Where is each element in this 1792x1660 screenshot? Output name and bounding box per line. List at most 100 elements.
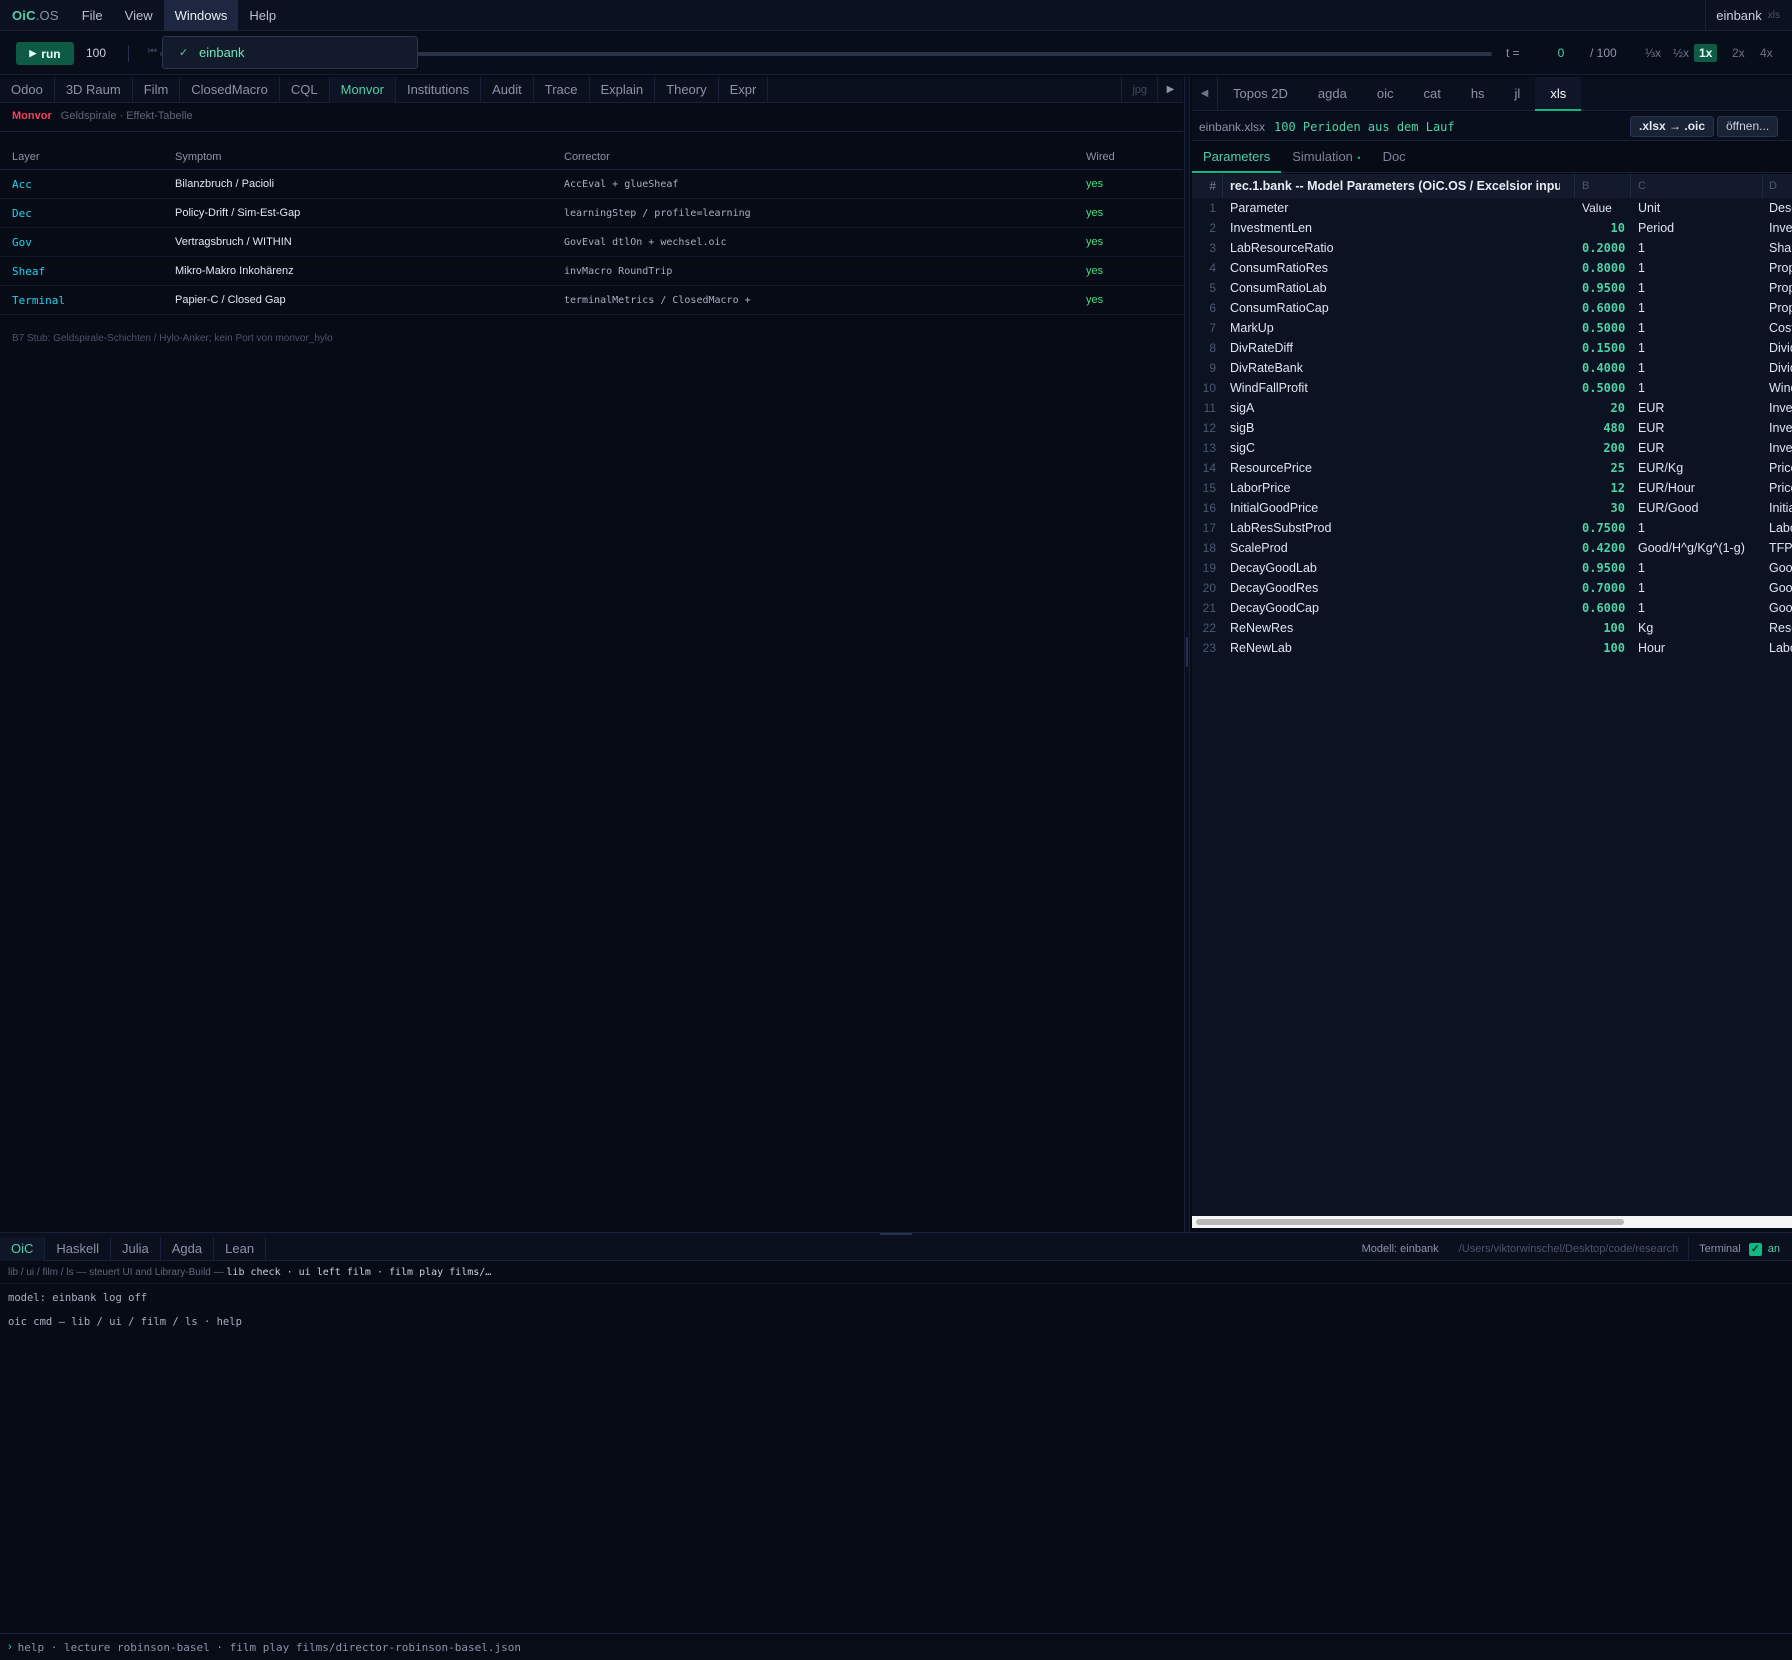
splitter-grip[interactable] (1186, 637, 1188, 667)
cell-param[interactable]: ScaleProd (1230, 538, 1560, 558)
cell-unit[interactable]: EUR (1638, 418, 1763, 438)
export-jpg-button[interactable]: jpg (1121, 77, 1157, 103)
cell-desc[interactable]: Price (1769, 458, 1792, 478)
terminal-toggle-checkbox[interactable]: ✓ (1748, 1242, 1762, 1256)
cell-value[interactable]: 200 (1582, 438, 1625, 458)
cell-value[interactable]: 0.9500 (1582, 558, 1625, 578)
tab-trace[interactable]: Trace (534, 77, 590, 103)
tab-oic[interactable]: oic (1362, 77, 1409, 111)
cell-param[interactable]: LabResSubstProd (1230, 518, 1560, 538)
cell-unit[interactable]: 1 (1638, 578, 1763, 598)
cell-value[interactable]: 0.5000 (1582, 318, 1625, 338)
cell-value[interactable]: 100 (1582, 618, 1625, 638)
cell-desc[interactable]: Price (1769, 478, 1792, 498)
tab-monvor[interactable]: Monvor (329, 77, 396, 103)
cell-unit[interactable]: 1 (1638, 258, 1763, 278)
cell-desc[interactable]: Divid (1769, 338, 1792, 358)
tab-jl[interactable]: jl (1500, 77, 1536, 111)
menu-file[interactable]: File (71, 0, 114, 31)
col-header-c[interactable]: C (1638, 174, 1646, 198)
cell-param[interactable]: InitialGoodPrice (1230, 498, 1560, 518)
tab-explain[interactable]: Explain (590, 77, 656, 103)
console-tab-lean[interactable]: Lean (214, 1237, 267, 1261)
cell-value[interactable]: 480 (1582, 418, 1625, 438)
tab-agda[interactable]: agda (1303, 77, 1362, 111)
tab-film[interactable]: Film (133, 77, 181, 103)
cell-param[interactable]: LaborPrice (1230, 478, 1560, 498)
cell-value[interactable]: 12 (1582, 478, 1625, 498)
cell-unit[interactable]: 1 (1638, 378, 1763, 398)
cell-unit[interactable]: EUR (1638, 438, 1763, 458)
cell-param[interactable]: ReNewLab (1230, 638, 1560, 658)
app-logo[interactable]: OiC.OS (0, 8, 71, 23)
cell-param[interactable]: sigA (1230, 398, 1560, 418)
cell-unit[interactable]: 1 (1638, 518, 1763, 538)
cell-unit[interactable]: Good/H^g/Kg^(1-g) (1638, 538, 1763, 558)
cell-value[interactable]: 100 (1582, 638, 1625, 658)
cell-param[interactable]: ConsumRatioRes (1230, 258, 1560, 278)
speed-half[interactable]: ½x (1668, 44, 1694, 62)
cell-unit[interactable]: Unit (1638, 198, 1763, 218)
sheet-title[interactable]: rec.1.bank -- Model Parameters (OiC.OS /… (1230, 174, 1560, 198)
cell-param[interactable]: DecayGoodRes (1230, 578, 1560, 598)
menu-view[interactable]: View (114, 0, 164, 31)
cell-desc[interactable]: Reso (1769, 618, 1792, 638)
tab-theory[interactable]: Theory (655, 77, 719, 103)
cell-value[interactable]: 0.1500 (1582, 338, 1625, 358)
sheet-tab-doc[interactable]: Doc (1372, 142, 1417, 173)
cell-desc[interactable]: Cost (1769, 318, 1792, 338)
tab-odoo[interactable]: Odoo (0, 77, 55, 103)
run-periods[interactable]: 100 (86, 46, 106, 60)
cell-desc[interactable]: Prop (1769, 258, 1792, 278)
cell-param[interactable]: Parameter (1230, 198, 1560, 218)
cell-value[interactable]: 25 (1582, 458, 1625, 478)
tab-scroll-right-icon[interactable]: ▶ (1157, 77, 1183, 103)
cell-value[interactable]: 0.8000 (1582, 258, 1625, 278)
menu-windows[interactable]: Windows (163, 0, 239, 31)
windows-dropdown-item-einbank[interactable]: ✓ einbank (162, 36, 418, 69)
cell-param[interactable]: MarkUp (1230, 318, 1560, 338)
cell-value[interactable]: 0.6000 (1582, 298, 1625, 318)
cell-unit[interactable]: 1 (1638, 598, 1763, 618)
cell-desc[interactable]: Shar (1769, 238, 1792, 258)
cell-value[interactable]: 0.9500 (1582, 278, 1625, 298)
speed-1x[interactable]: 1x (1694, 44, 1718, 62)
cell-param[interactable]: DecayGoodLab (1230, 558, 1560, 578)
cell-param[interactable]: ReNewRes (1230, 618, 1560, 638)
cell-desc[interactable]: Divid (1769, 358, 1792, 378)
spreadsheet[interactable]: # rec.1.bank -- Model Parameters (OiC.OS… (1192, 174, 1792, 1216)
skip-back-icon[interactable]: ⏮ (148, 46, 157, 57)
cell-desc[interactable]: TFP (1769, 538, 1792, 558)
cell-desc[interactable]: Desc (1769, 198, 1792, 218)
cell-value[interactable]: 0.4000 (1582, 358, 1625, 378)
tab-hs[interactable]: hs (1456, 77, 1500, 111)
cell-param[interactable]: sigB (1230, 418, 1560, 438)
cell-value[interactable]: Value (1582, 198, 1625, 218)
speed-2x[interactable]: 2x (1727, 44, 1750, 62)
tab-institutions[interactable]: Institutions (396, 77, 482, 103)
tab-scroll-left-icon[interactable]: ◀ (1192, 77, 1218, 111)
tab-topos-2d[interactable]: Topos 2D (1218, 77, 1303, 111)
cell-param[interactable]: DivRateBank (1230, 358, 1560, 378)
tab-cql[interactable]: CQL (280, 77, 330, 103)
cell-param[interactable]: ResourcePrice (1230, 458, 1560, 478)
cell-unit[interactable]: EUR/Kg (1638, 458, 1763, 478)
cell-param[interactable]: LabResourceRatio (1230, 238, 1560, 258)
sheet-tab-parameters[interactable]: Parameters (1192, 142, 1282, 173)
cell-unit[interactable]: Hour (1638, 638, 1763, 658)
cell-value[interactable]: 0.7000 (1582, 578, 1625, 598)
run-button[interactable]: ▶ run (16, 42, 74, 65)
cell-value[interactable]: 30 (1582, 498, 1625, 518)
speed-4x[interactable]: 4x (1755, 44, 1778, 62)
menu-help[interactable]: Help (238, 0, 287, 31)
tab-expr[interactable]: Expr (719, 77, 769, 103)
console-tab-agda[interactable]: Agda (161, 1237, 215, 1261)
cell-unit[interactable]: Period (1638, 218, 1763, 238)
cell-value[interactable]: 20 (1582, 398, 1625, 418)
open-file-button[interactable]: öffnen... (1717, 116, 1779, 137)
cell-param[interactable]: InvestmentLen (1230, 218, 1560, 238)
speed-third[interactable]: ⅓x (1640, 44, 1666, 62)
cell-unit[interactable]: 1 (1638, 238, 1763, 258)
scrollbar-thumb[interactable] (1196, 1219, 1624, 1225)
cell-desc[interactable]: Prop (1769, 298, 1792, 318)
